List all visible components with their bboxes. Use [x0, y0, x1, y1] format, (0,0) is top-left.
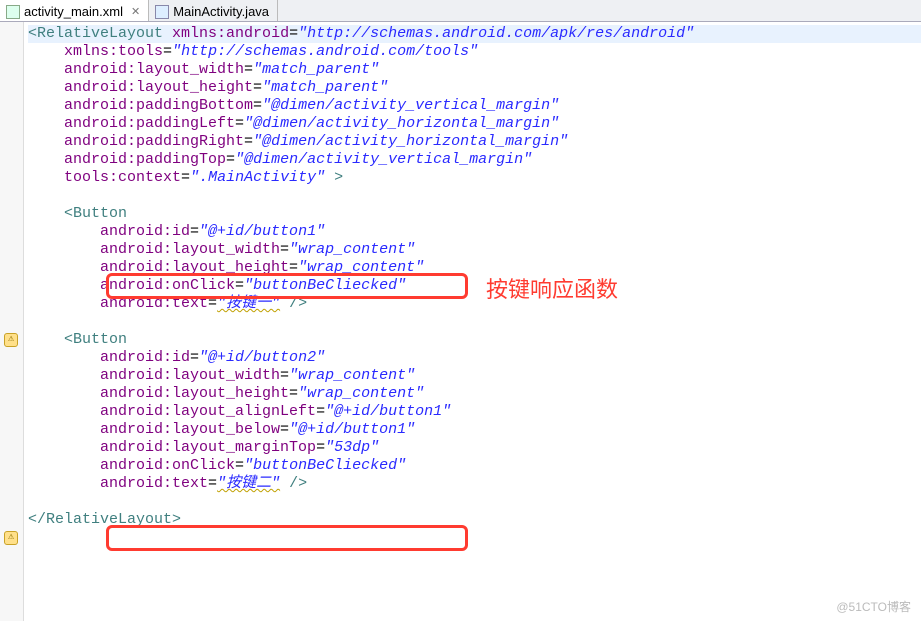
- code-line: android:layout_alignLeft="@+id/button1": [28, 403, 921, 421]
- code-line: android:layout_marginTop="53dp": [28, 439, 921, 457]
- warning-icon[interactable]: ⚠: [4, 333, 18, 347]
- editor-tabs: activity_main.xml ✕ MainActivity.java: [0, 0, 921, 22]
- code-line: <RelativeLayout xmlns:android="http://sc…: [28, 25, 921, 43]
- watermark: @51CTO博客: [836, 598, 911, 615]
- code-line: android:id="@+id/button2": [28, 349, 921, 367]
- code-line: android:layout_height="wrap_content": [28, 259, 921, 277]
- code-line: android:layout_width="wrap_content": [28, 241, 921, 259]
- code-line: android:layout_below="@+id/button1": [28, 421, 921, 439]
- code-line: xmlns:tools="http://schemas.android.com/…: [28, 43, 921, 61]
- tab-main-activity[interactable]: MainActivity.java: [149, 0, 278, 21]
- java-file-icon: [155, 5, 169, 19]
- gutter: ⚠⚠: [0, 22, 24, 621]
- code-line: android:id="@+id/button1": [28, 223, 921, 241]
- code-line: [28, 187, 921, 205]
- code-line: android:paddingRight="@dimen/activity_ho…: [28, 133, 921, 151]
- code-line: android:text="按键二" />: [28, 475, 921, 493]
- code-line: android:onClick="buttonBeCliecked": [28, 277, 921, 295]
- code-line: android:layout_height="wrap_content": [28, 385, 921, 403]
- code-line: android:paddingBottom="@dimen/activity_v…: [28, 97, 921, 115]
- code-line: android:paddingTop="@dimen/activity_vert…: [28, 151, 921, 169]
- editor-area: ⚠⚠ <RelativeLayout xmlns:android="http:/…: [0, 22, 921, 621]
- code-line: android:layout_width="match_parent": [28, 61, 921, 79]
- code-line: [28, 313, 921, 331]
- xml-file-icon: [6, 5, 20, 19]
- code-line: android:layout_width="wrap_content": [28, 367, 921, 385]
- tab-label: MainActivity.java: [173, 4, 269, 19]
- code-line: android:text="按键一" />: [28, 295, 921, 313]
- code-line: android:onClick="buttonBeCliecked": [28, 457, 921, 475]
- code-line: [28, 493, 921, 511]
- tab-label: activity_main.xml: [24, 4, 123, 19]
- warning-icon[interactable]: ⚠: [4, 531, 18, 545]
- code-line: tools:context=".MainActivity" >: [28, 169, 921, 187]
- code-content[interactable]: <RelativeLayout xmlns:android="http://sc…: [24, 22, 921, 621]
- code-line: android:layout_height="match_parent": [28, 79, 921, 97]
- code-line: <Button: [28, 331, 921, 349]
- tab-activity-main[interactable]: activity_main.xml ✕: [0, 0, 149, 21]
- code-line: <Button: [28, 205, 921, 223]
- code-line: </RelativeLayout>: [28, 511, 921, 529]
- code-line: android:paddingLeft="@dimen/activity_hor…: [28, 115, 921, 133]
- close-icon[interactable]: ✕: [131, 5, 140, 18]
